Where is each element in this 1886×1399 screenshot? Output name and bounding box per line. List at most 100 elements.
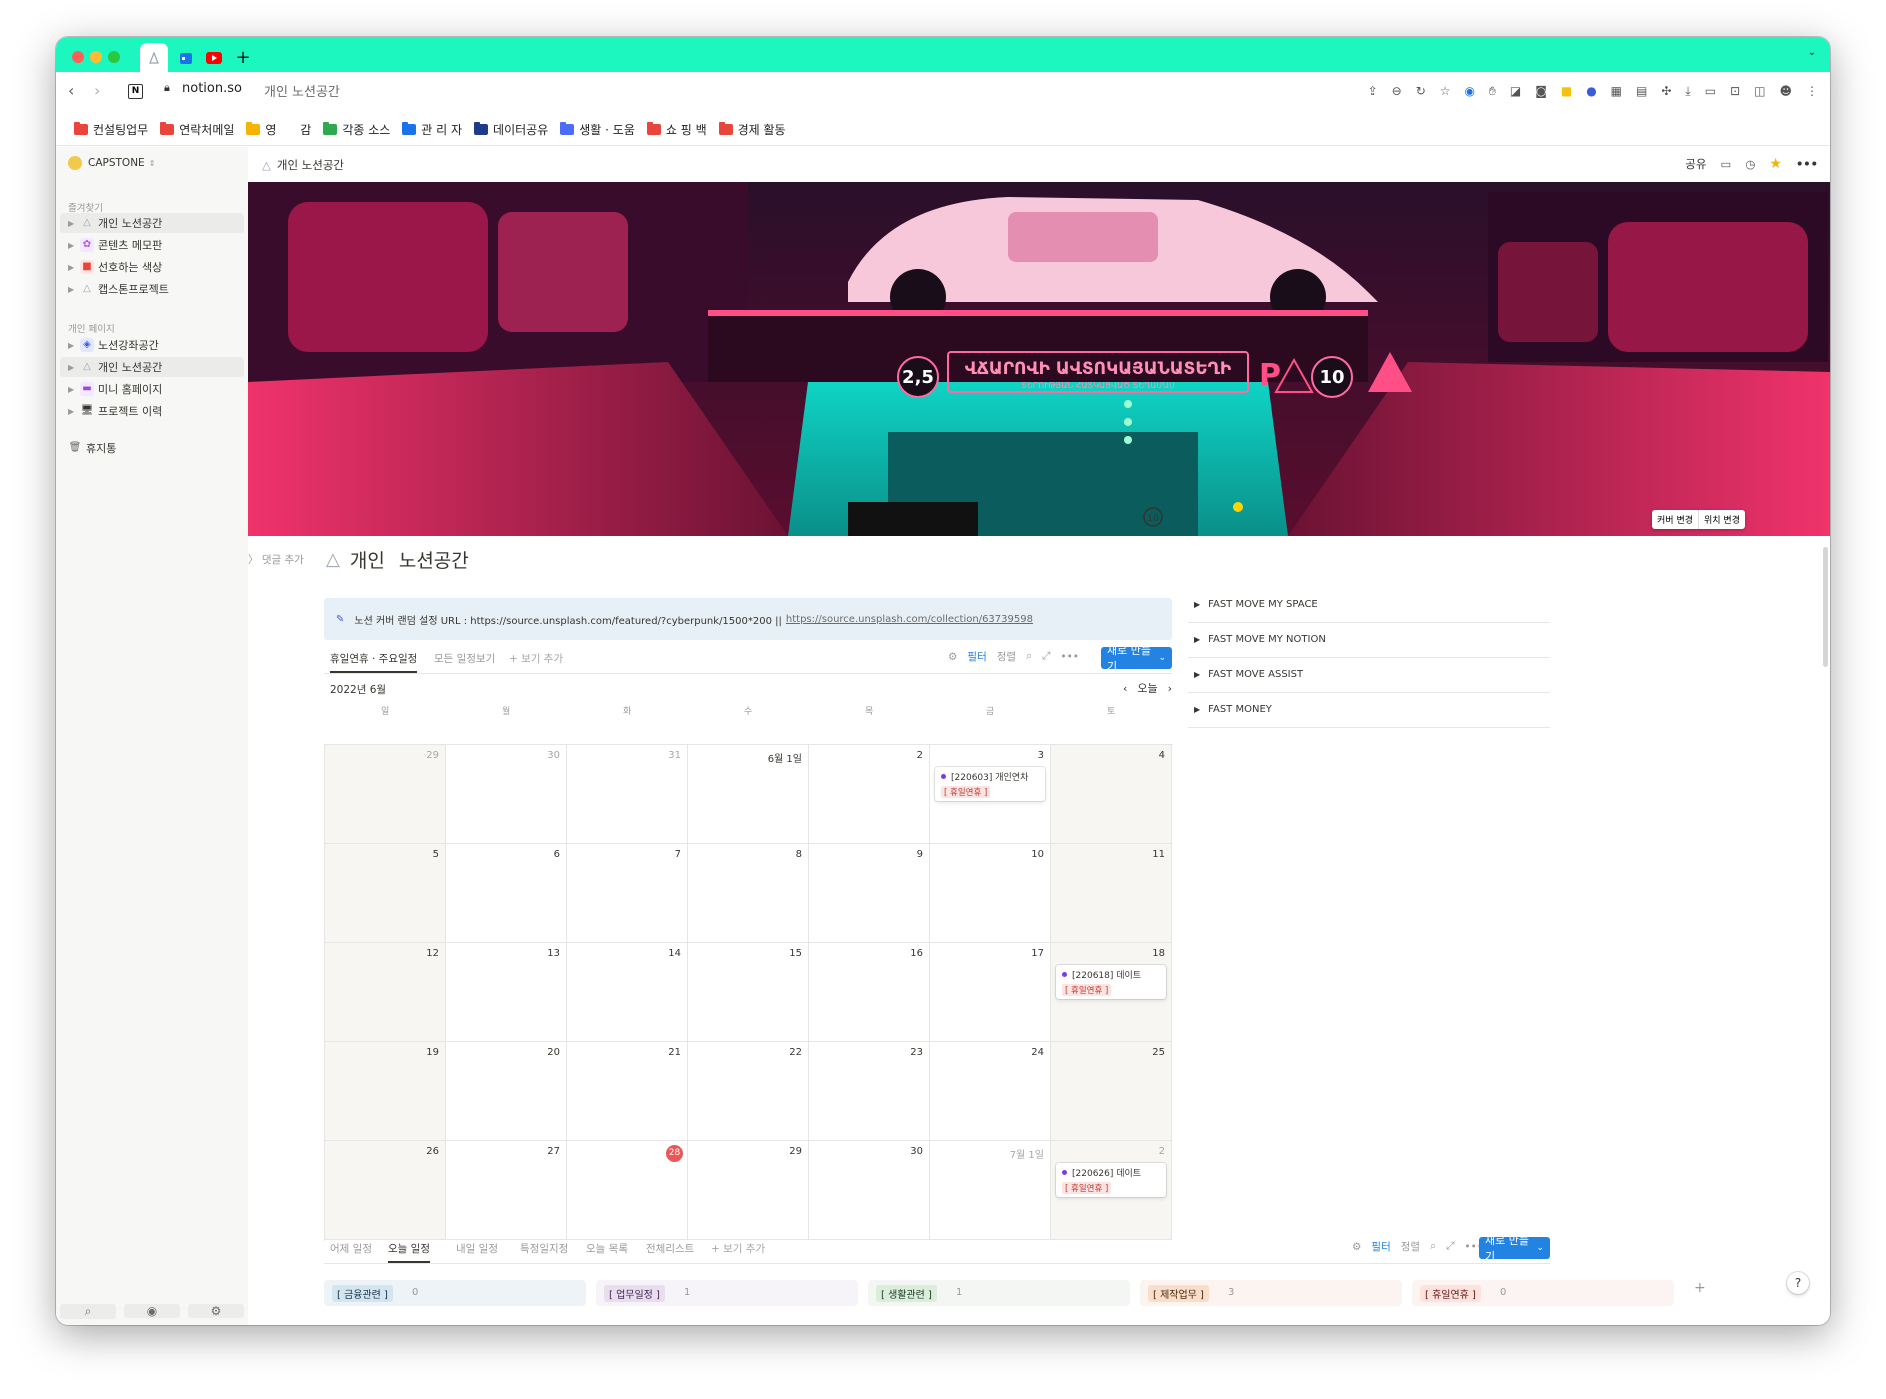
bookmark-folder[interactable]: 데이터공유 <box>474 121 548 138</box>
filter-button[interactable]: 필터 <box>967 649 986 664</box>
search-icon[interactable]: ⌕ <box>1430 1240 1436 1253</box>
toggle-triangle-icon[interactable]: ▶ <box>1194 670 1200 679</box>
reposition-cover-button[interactable]: 위치 변경 <box>1699 510 1745 529</box>
prev-month-icon[interactable]: ‹ <box>1123 682 1127 695</box>
calendar-day[interactable]: 7월 1일 <box>930 1141 1051 1240</box>
calendar-day[interactable]: 22 <box>688 1042 809 1141</box>
sidebar-item-mini-homepage[interactable]: ▶ ▬ 미니 홈페이지 <box>60 379 244 399</box>
tab-today-list[interactable]: 오늘 목록 <box>586 1241 628 1256</box>
screenshot-icon[interactable]: ⊡ <box>1730 84 1740 99</box>
tab-all-schedules[interactable]: 모든 일정보기 <box>434 651 495 666</box>
calendar-day[interactable]: 29 <box>688 1141 809 1240</box>
toggle-fast-move-my-space[interactable]: ▶ FAST MOVE MY SPACE <box>1188 587 1550 623</box>
add-group-plus-icon[interactable]: + <box>1694 1280 1706 1296</box>
calendar-day[interactable]: 18 [220618] 데이트 [ 휴일연휴 ] <box>1051 943 1172 1042</box>
calendar-day[interactable]: 5 <box>325 844 446 943</box>
sidebar-item-project-history[interactable]: ▶ 🖥︎ 프로젝트 이력 <box>60 401 244 421</box>
notion-site-icon[interactable]: N <box>128 84 143 99</box>
bookmark-folder[interactable]: 영 감 <box>246 121 311 138</box>
bookmark-folder[interactable]: 각종 소스 <box>323 121 390 138</box>
new-tab-button[interactable]: + <box>232 43 254 72</box>
search-icon[interactable]: ⌕ <box>60 1303 116 1319</box>
bookmark-folder[interactable]: 관 리 자 <box>402 121 462 138</box>
add-view-button[interactable]: + 보기 추가 <box>509 651 563 666</box>
tab-specific-date[interactable]: 특정일지정 <box>520 1241 568 1256</box>
calendar-day[interactable]: 9 <box>809 844 930 943</box>
toggle-triangle-icon[interactable]: ▶ <box>1194 600 1200 609</box>
board-column[interactable]: [ 생활관련 ] 1 <box>868 1280 1130 1306</box>
share-page-icon[interactable]: ⇪ <box>1368 84 1378 99</box>
board-new-button[interactable]: 새로 만들기 ⌄ <box>1479 1234 1550 1263</box>
calendar-day[interactable]: 3 [220603] 개인연차 [ 휴일연휴 ] <box>930 745 1051 844</box>
yellow-extension-icon[interactable]: ■ <box>1561 84 1572 99</box>
settings-gear-icon[interactable]: ⚙ <box>188 1304 244 1318</box>
back-button[interactable]: ‹ <box>68 81 74 100</box>
sidebar-item-capstone-project[interactable]: ▶ △ 캡스톤프로젝트 <box>60 279 244 299</box>
help-button[interactable]: ? <box>1787 1272 1809 1294</box>
expand-triangle-icon[interactable]: ▶ <box>68 407 80 416</box>
calendar-day[interactable]: 2 <box>809 745 930 844</box>
bookmark-folder[interactable]: 쇼 핑 백 <box>646 121 707 138</box>
add-comment-button[interactable]: 〉 댓글 추가 <box>248 552 304 567</box>
calendar-day[interactable]: 29 <box>325 745 446 844</box>
bookmark-folder[interactable]: 경제 활동 <box>718 121 786 138</box>
calendar-day[interactable]: 26 <box>325 1141 446 1240</box>
expand-triangle-icon[interactable]: ▶ <box>68 219 80 228</box>
calendar-event-card[interactable]: [220626] 데이트 [ 휴일연휴 ] <box>1056 1163 1166 1197</box>
sort-button[interactable]: 정렬 <box>1401 1239 1420 1254</box>
tab-calendar[interactable] <box>174 43 198 72</box>
sidebar-item-favorite-colors[interactable]: ▶ ■ 선호하는 색상 <box>60 257 244 277</box>
calendar-day[interactable]: 14 <box>567 943 688 1042</box>
calendar-day[interactable]: 19 <box>325 1042 446 1141</box>
calendar-day[interactable]: 6 <box>446 844 567 943</box>
callout-link[interactable]: https://source.unsplash.com/collection/6… <box>786 614 1033 625</box>
calendar-day[interactable]: 15 <box>688 943 809 1042</box>
zoom-out-icon[interactable]: ⊖ <box>1392 84 1402 99</box>
private-pages-header[interactable]: 개인 페이지 <box>68 321 115 335</box>
sidebar-item-personal-space-private[interactable]: ▶ △ 개인 노션공간 <box>60 357 244 377</box>
settings-icon[interactable]: ⚙ <box>1352 1241 1361 1253</box>
filter-button[interactable]: 필터 <box>1371 1239 1390 1254</box>
sidebar-item-content-memo[interactable]: ▶ ✿ 콘텐츠 메모판 <box>60 235 244 255</box>
download-icon[interactable]: ⤓ <box>1685 84 1690 99</box>
calendar-day[interactable]: 27 <box>446 1141 567 1240</box>
sort-button[interactable]: 정렬 <box>997 649 1016 664</box>
calendar-day[interactable]: 30 <box>809 1141 930 1240</box>
search-icon[interactable]: ⌕ <box>1026 650 1032 663</box>
sidebar-toggle-icon[interactable]: ◫ <box>1754 84 1765 99</box>
camera-extension-icon[interactable]: ◙ <box>1535 84 1547 99</box>
bookmark-folder[interactable]: 연락처메일 <box>160 121 234 138</box>
page-scrollbar[interactable] <box>1823 547 1828 667</box>
calendar-day[interactable]: 10 <box>930 844 1051 943</box>
sidebar-item-notion-course[interactable]: ▶ ◈ 노션강좌공간 <box>60 335 244 355</box>
expand-triangle-icon[interactable]: ▶ <box>68 385 80 394</box>
blue-extension-icon[interactable]: ● <box>1586 84 1596 99</box>
bookmark-folder[interactable]: 컨설팅업무 <box>74 121 148 138</box>
calendar-day[interactable]: 6월 1일 <box>688 745 809 844</box>
expand-triangle-icon[interactable]: ▶ <box>68 285 80 294</box>
tab-holidays[interactable]: 휴일연휴 · 주요일정 <box>330 651 418 673</box>
tab-youtube[interactable] <box>202 43 226 72</box>
calendar-day[interactable]: 30 <box>446 745 567 844</box>
calendar-day-today[interactable]: 28 <box>567 1141 688 1240</box>
settings-icon[interactable]: ⚙ <box>948 651 957 663</box>
profile-avatar-icon[interactable]: ☻ <box>1779 84 1792 99</box>
toggle-triangle-icon[interactable]: ▶ <box>1194 705 1200 714</box>
tab-overflow-chevron-icon[interactable]: ⌄ <box>1808 47 1816 58</box>
minimize-window-button[interactable] <box>90 51 102 63</box>
zoom-window-button[interactable] <box>108 51 120 63</box>
calendar-day[interactable]: 31 <box>567 745 688 844</box>
expand-icon[interactable]: ⤢ <box>1042 650 1050 663</box>
add-view-button[interactable]: + 보기 추가 <box>711 1241 765 1256</box>
toggle-fast-move-assist[interactable]: ▶ FAST MOVE ASSIST <box>1188 657 1550 693</box>
calendar-day[interactable]: 11 <box>1051 844 1172 943</box>
toggle-fast-move-my-notion[interactable]: ▶ FAST MOVE MY NOTION <box>1188 622 1550 658</box>
favorites-header[interactable]: 즐겨찾기 <box>68 200 103 214</box>
comments-icon[interactable]: ▭ <box>1720 157 1731 171</box>
expand-triangle-icon[interactable]: ▶ <box>68 263 80 272</box>
more-options-icon[interactable]: ••• <box>1796 157 1818 171</box>
tab-all-list[interactable]: 전체리스트 <box>646 1241 694 1256</box>
callout-block[interactable]: ✎ 노션 커버 랜덤 설정 URL : https://source.unspl… <box>324 598 1172 640</box>
page-title[interactable]: △ 개인 노션공간 <box>326 546 469 573</box>
puzzle-extensions-icon[interactable]: ✣ <box>1661 84 1671 99</box>
